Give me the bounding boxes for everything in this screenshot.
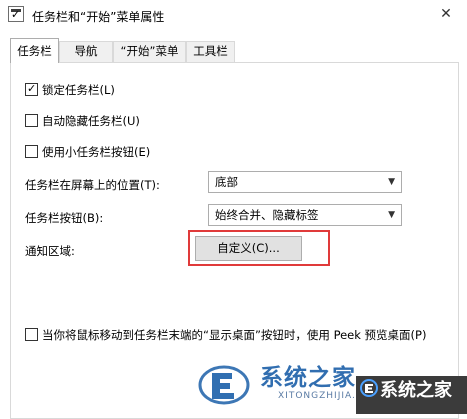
taskbar-properties-icon — [8, 6, 24, 22]
auto-hide-checkbox[interactable] — [25, 114, 38, 127]
chevron-down-icon: ▼ — [388, 210, 395, 220]
customize-button[interactable]: 自定义(C)... — [195, 236, 302, 261]
tab-navigation[interactable]: 导航 — [59, 41, 113, 62]
tab-toolbars[interactable]: 工具栏 — [186, 41, 235, 62]
chevron-down-icon: ▼ — [388, 177, 395, 187]
position-select-value: 底部 — [215, 175, 238, 189]
close-button[interactable]: ✕ — [437, 5, 455, 23]
watermark: 系统之家 XITONGZHIJIA.NET 系统之家 — [190, 355, 467, 419]
watermark-small-logo-icon — [360, 379, 378, 397]
watermark-right-title: 系统之家 — [380, 380, 452, 401]
watermark-logo-icon — [198, 365, 250, 405]
position-label: 任务栏在屏幕上的位置(T): — [25, 178, 160, 192]
taskbar-buttons-select-value: 始终合并、隐藏标签 — [215, 208, 319, 222]
title-bar: 任务栏和“开始”菜单属性 ✕ — [0, 0, 467, 30]
window-title: 任务栏和“开始”菜单属性 — [32, 10, 165, 24]
small-buttons-label: 使用小任务栏按钮(E) — [42, 145, 151, 159]
notification-area-label: 通知区域: — [25, 244, 75, 258]
lock-taskbar-label: 锁定任务栏(L) — [42, 83, 115, 97]
tab-start-menu[interactable]: “开始”菜单 — [113, 41, 186, 62]
small-buttons-checkbox[interactable] — [25, 145, 38, 158]
peek-checkbox[interactable] — [25, 328, 38, 341]
peek-label: 当你将鼠标移动到任务栏末端的“显示桌面”按钮时，使用 Peek 预览桌面(P) — [42, 328, 427, 342]
lock-taskbar-checkbox[interactable] — [25, 82, 38, 96]
taskbar-buttons-select[interactable]: 始终合并、隐藏标签 ▼ — [208, 204, 402, 226]
watermark-title: 系统之家 — [260, 365, 356, 391]
auto-hide-label: 自动隐藏任务栏(U) — [42, 114, 140, 128]
taskbar-buttons-label: 任务栏按钮(B): — [25, 211, 104, 225]
tab-taskbar[interactable]: 任务栏 — [10, 38, 59, 63]
position-select[interactable]: 底部 ▼ — [208, 171, 402, 193]
